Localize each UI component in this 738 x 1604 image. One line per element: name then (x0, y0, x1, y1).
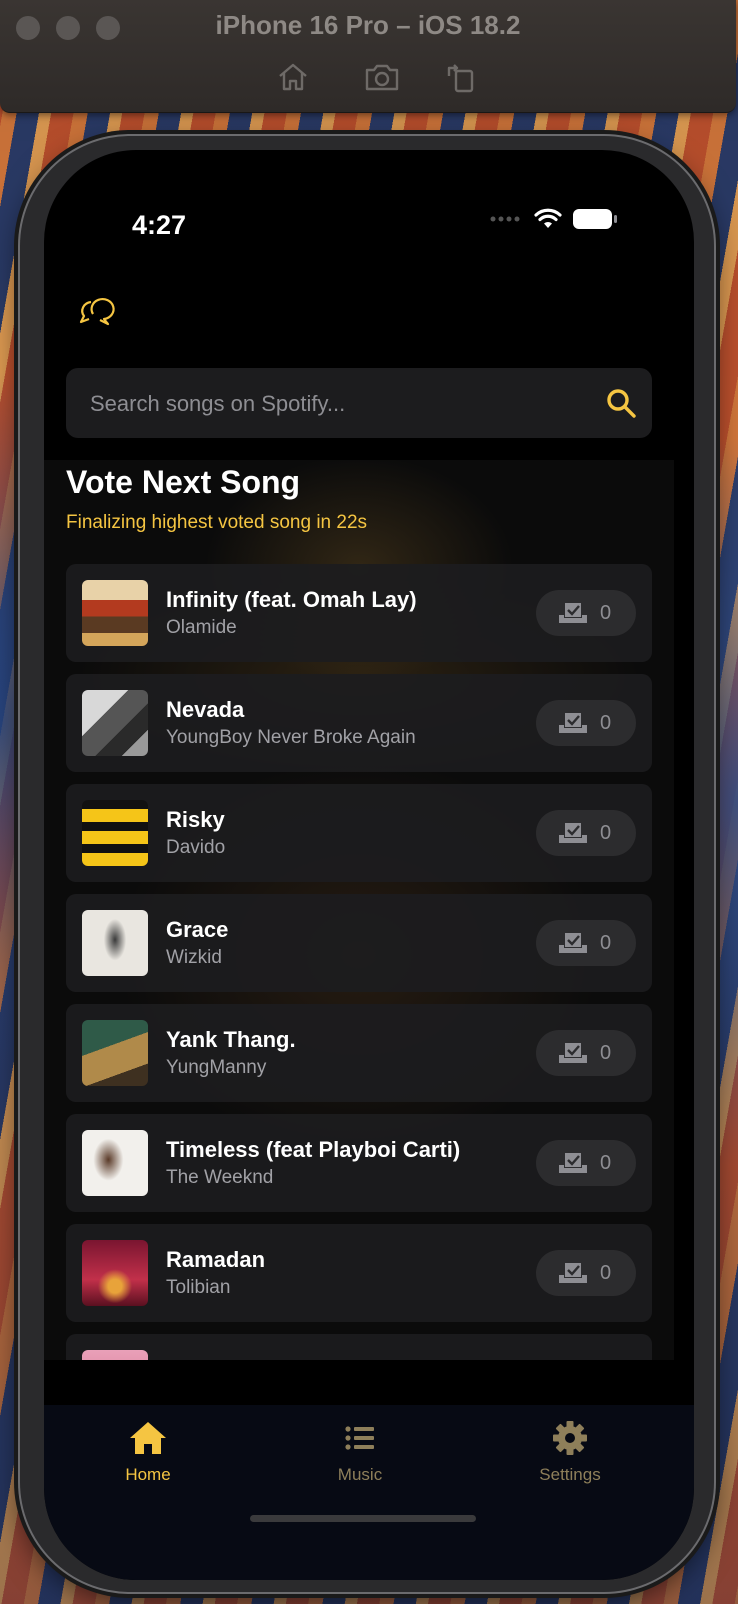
vote-button[interactable]: 0 (536, 1140, 636, 1186)
album-cover (82, 1240, 148, 1306)
simulator-title: iPhone 16 Pro – iOS 18.2 (215, 10, 521, 40)
cellular-icon (490, 216, 520, 222)
album-cover (82, 1130, 148, 1196)
tab-label: Music (337, 1465, 383, 1484)
song-row[interactable]: Timeless (feat Playboi Carti) The Weeknd… (66, 1114, 652, 1212)
song-artist: Davido (166, 837, 226, 858)
status-icons (490, 208, 618, 230)
tab-label: Home (125, 1465, 171, 1484)
search-input[interactable] (88, 368, 572, 440)
album-cover (82, 1350, 148, 1360)
tab-music[interactable]: Music (290, 1419, 430, 1485)
screenshot-icon[interactable] (364, 60, 399, 94)
song-artist: Tolibian (166, 1277, 231, 1298)
album-cover (82, 800, 148, 866)
vote-panel: Vote Next Song Finalizing highest voted … (44, 460, 674, 1360)
album-cover (82, 580, 148, 646)
wifi-icon (534, 208, 562, 228)
album-cover (82, 910, 148, 976)
gear-icon (553, 1421, 587, 1455)
vote-box-icon (559, 603, 587, 623)
vote-button[interactable]: 0 (536, 1030, 636, 1076)
vote-countdown: Finalizing highest voted song in 22s (66, 512, 368, 533)
vote-box-icon (559, 823, 587, 843)
song-title: Timeless (feat Playboi Carti) (166, 1137, 461, 1162)
song-artist: The Weeknd (166, 1167, 274, 1188)
vote-box-icon (559, 1043, 587, 1063)
song-row[interactable]: Yank Thang. YungManny 0 (66, 1004, 652, 1102)
song-row[interactable]: Risky Davido 0 (66, 784, 652, 882)
song-row[interactable]: Infinity (feat. Omah Lay) Olamide 0 (66, 564, 652, 662)
song-row[interactable]: Nevada YoungBoy Never Broke Again 0 (66, 674, 652, 772)
vote-title: Vote Next Song (66, 464, 301, 500)
vote-button[interactable]: 0 (536, 1250, 636, 1296)
list-icon (345, 1426, 374, 1450)
song-artist: YoungBoy Never Broke Again (166, 727, 416, 748)
vote-button[interactable]: 0 (536, 920, 636, 966)
song-list: Infinity (feat. Omah Lay) Olamide 0 Neva… (66, 564, 652, 1360)
vote-count: 0 (600, 602, 612, 624)
song-artist: YungManny (166, 1057, 267, 1078)
rotate-icon[interactable] (444, 60, 478, 94)
vote-button[interactable]: 0 (536, 810, 636, 856)
album-cover (82, 1020, 148, 1086)
home-icon[interactable] (276, 60, 310, 94)
vote-button[interactable]: 0 (536, 700, 636, 746)
song-title: Infinity (feat. Omah Lay) (166, 587, 417, 612)
phone-screen: 4:27 Vote Next Song (44, 150, 694, 1580)
song-artist: Wizkid (166, 947, 222, 968)
vote-count: 0 (600, 932, 612, 954)
song-row[interactable]: Grace Wizkid 0 (66, 894, 652, 992)
album-cover (82, 690, 148, 756)
vote-count: 0 (600, 1042, 612, 1064)
simulator-title-bar: iPhone 16 Pro – iOS 18.2 (0, 0, 736, 113)
song-title: Risky (166, 807, 225, 832)
search-icon[interactable] (604, 386, 638, 420)
song-title: Ramadan (166, 1247, 266, 1272)
status-time: 4:27 (132, 210, 187, 240)
tab-home[interactable]: Home (78, 1419, 218, 1485)
song-artist: Olamide (166, 617, 237, 638)
search-bar (66, 368, 652, 440)
vote-box-icon (559, 1263, 587, 1283)
song-title: Nevada (166, 697, 245, 722)
vote-count: 0 (600, 822, 612, 844)
song-row[interactable]: Ramadan Tolibian 0 (66, 1224, 652, 1322)
song-title: Grace (166, 917, 229, 942)
tab-label: Settings (539, 1465, 601, 1484)
tab-settings[interactable]: Settings (500, 1419, 640, 1485)
song-row[interactable] (66, 1334, 652, 1360)
vote-count: 0 (600, 712, 612, 734)
vote-count: 0 (600, 1152, 612, 1174)
battery-icon (573, 209, 617, 229)
tab-bar: Home Music Settings (44, 1405, 694, 1580)
vote-box-icon (559, 1153, 587, 1173)
home-icon (130, 1422, 166, 1454)
vote-button[interactable]: 0 (536, 590, 636, 636)
chat-icon[interactable] (78, 288, 118, 328)
home-indicator[interactable] (250, 1515, 476, 1522)
vote-box-icon (559, 933, 587, 953)
song-title: Yank Thang. (166, 1027, 296, 1052)
vote-count: 0 (600, 1262, 612, 1284)
vote-box-icon (559, 713, 587, 733)
